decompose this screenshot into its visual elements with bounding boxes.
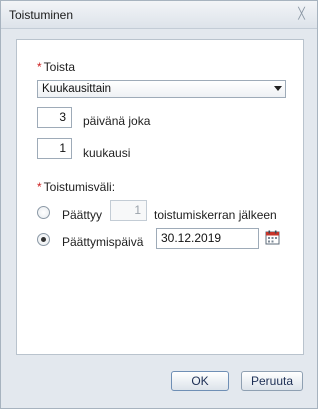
recurrence-panel: * Toista Kuukausittain 3 päivänä joka 1 k… (16, 39, 304, 355)
dialog-title: Toistuminen (9, 8, 74, 22)
day-label: päivänä joka (83, 114, 151, 128)
occurrences-input[interactable]: 1 (110, 200, 147, 221)
required-marker: * (37, 180, 42, 194)
month-label: kuukausi (83, 146, 131, 160)
close-icon[interactable]: ╳ (295, 8, 308, 21)
repeat-label-text: Toista (43, 60, 76, 74)
day-input[interactable]: 3 (37, 107, 72, 128)
interval-label: * Toistumisväli: (37, 180, 115, 194)
ends-after-label: Päättyy (62, 208, 103, 222)
ok-button[interactable]: OK (171, 371, 229, 391)
recurrence-dialog: Toistuminen ╳ * Toista Kuukausittain 3 pä… (0, 0, 318, 409)
cancel-button[interactable]: Peruuta (241, 371, 303, 391)
end-date-input[interactable]: 30.12.2019 (156, 228, 259, 249)
end-date-radio[interactable] (37, 233, 50, 246)
end-date-label: Päättymispäivä (62, 235, 144, 249)
chevron-down-icon[interactable] (274, 86, 282, 91)
calendar-icon[interactable] (265, 230, 280, 245)
occurrences-suffix: toistumiskerran jälkeen (154, 208, 277, 222)
interval-label-text: Toistumisväli: (43, 180, 116, 194)
repeat-frequency-select[interactable]: Kuukausittain (37, 80, 286, 98)
repeat-label: * Toista (37, 60, 75, 74)
month-input[interactable]: 1 (37, 138, 72, 159)
dialog-titlebar: Toistuminen ╳ (1, 1, 317, 29)
repeat-frequency-value: Kuukausittain (42, 83, 112, 95)
required-marker: * (37, 60, 42, 74)
ends-after-radio[interactable] (37, 206, 50, 219)
